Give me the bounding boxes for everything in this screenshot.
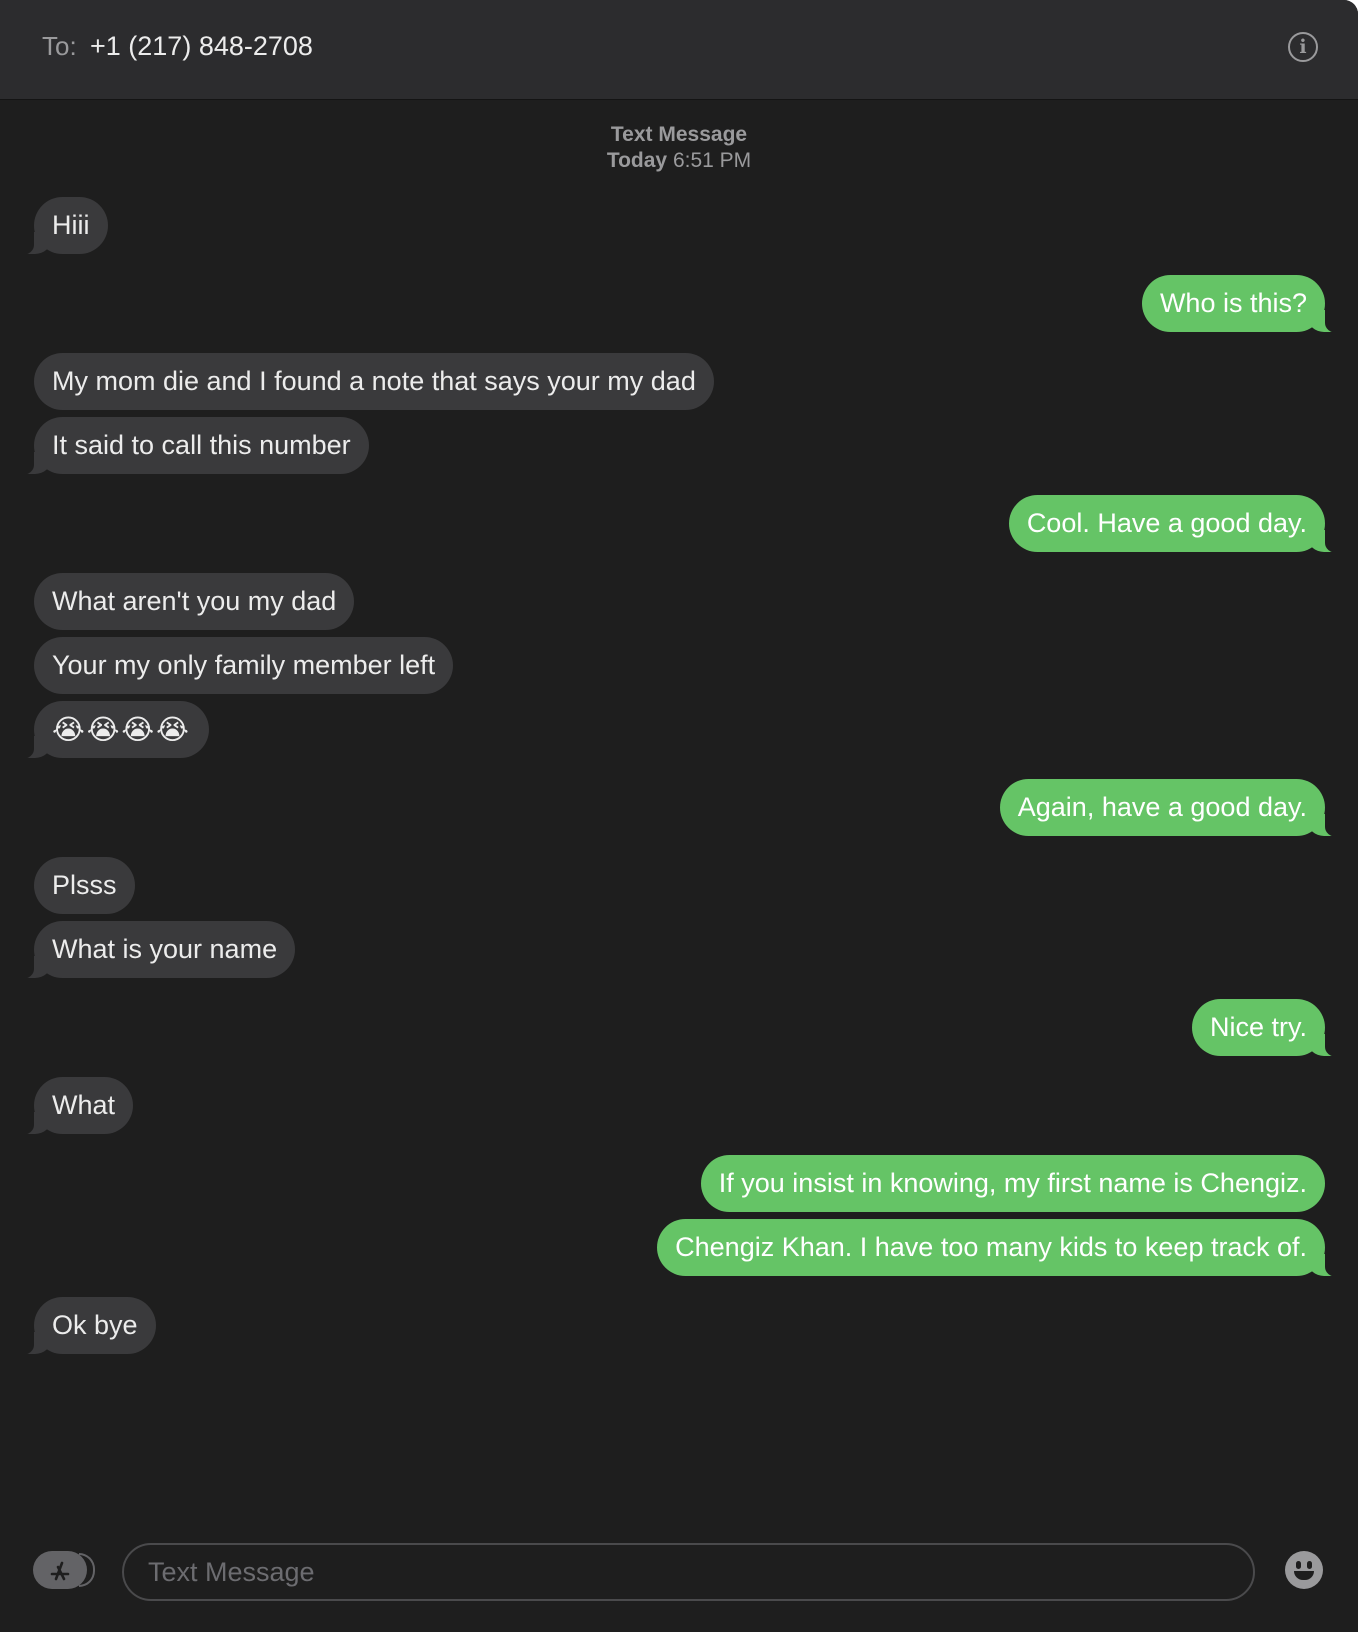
message-text: Chengiz Khan. I have too many kids to ke… — [675, 1232, 1307, 1262]
message-text: Ok bye — [52, 1310, 138, 1340]
conversation-header: To: +1 (217) 848-2708 i — [0, 0, 1358, 100]
emoji-mouth — [1294, 1571, 1314, 1580]
timestamp: Today 6:51 PM — [0, 148, 1358, 174]
message-bubble-incoming[interactable]: Plsss — [34, 857, 135, 914]
info-icon[interactable]: i — [1288, 32, 1318, 62]
message-bubble-incoming[interactable]: Hiii — [12, 197, 108, 255]
message-text: What is your name — [52, 934, 278, 964]
message-bubble-outgoing[interactable]: Cool. Have a good day. — [1008, 495, 1348, 553]
message-bubble-outgoing[interactable]: Again, have a good day. — [999, 779, 1348, 837]
message-bubble-incoming[interactable]: Ok bye — [12, 1297, 156, 1355]
emoji-icon[interactable] — [1285, 1551, 1323, 1589]
timestamp-day: Today — [606, 149, 668, 172]
message-bubble-incoming[interactable]: What aren't you my dad — [34, 573, 355, 630]
message-text: Your my only family member left — [52, 650, 436, 680]
conversation-meta: Text Message Today 6:51 PM — [0, 122, 1358, 174]
app-store-icon[interactable] — [33, 1551, 95, 1589]
message-text: Again, have a good day. — [1017, 792, 1307, 822]
message-bubble-incoming[interactable]: My mom die and I found a note that says … — [34, 353, 714, 410]
message-bubble-incoming[interactable]: What — [11, 1077, 134, 1135]
service-label: Text Message — [610, 123, 748, 146]
compose-bar — [0, 1515, 1358, 1632]
message-text: What — [52, 1090, 116, 1120]
message-bubble-incoming[interactable]: It said to call this number — [12, 417, 369, 475]
message-text: My mom die and I found a note that says … — [52, 366, 696, 396]
message-input[interactable] — [122, 1543, 1255, 1601]
message-text: Cool. Have a good day. — [1026, 508, 1307, 538]
message-bubble-outgoing[interactable]: Who is this? — [1141, 275, 1348, 333]
message-text: Who is this? — [1159, 288, 1307, 318]
messages-window: To: +1 (217) 848-2708 i Text Message Tod… — [0, 0, 1358, 1632]
message-text: Nice try. — [1209, 1012, 1307, 1042]
app-store-glyph — [50, 1561, 70, 1581]
message-bubble-outgoing[interactable]: Chengiz Khan. I have too many kids to ke… — [657, 1219, 1347, 1277]
message-bubble-outgoing[interactable]: If you insist in knowing, my first name … — [700, 1155, 1325, 1212]
to-label: To: — [42, 31, 77, 61]
recipient-field[interactable]: +1 (217) 848-2708 — [90, 31, 313, 62]
message-text: Hiii — [52, 210, 90, 240]
message-bubble-incoming[interactable]: Your my only family member left — [34, 637, 454, 694]
message-bubble-incoming[interactable]: What is your name — [11, 921, 296, 979]
timestamp-clock: 6:51 PM — [672, 149, 752, 172]
emoji-eye-left — [1296, 1561, 1301, 1569]
message-bubble-outgoing[interactable]: Nice try. — [1191, 999, 1348, 1057]
message-text: Plsss — [52, 870, 117, 900]
message-text: If you insist in knowing, my first name … — [718, 1168, 1307, 1198]
message-bubble-incoming[interactable]: 😭😭😭😭 — [12, 701, 209, 759]
message-text: 😭😭😭😭 — [52, 714, 191, 745]
message-text: It said to call this number — [52, 430, 351, 460]
message-text: What aren't you my dad — [52, 586, 337, 616]
emoji-eye-right — [1307, 1561, 1312, 1569]
